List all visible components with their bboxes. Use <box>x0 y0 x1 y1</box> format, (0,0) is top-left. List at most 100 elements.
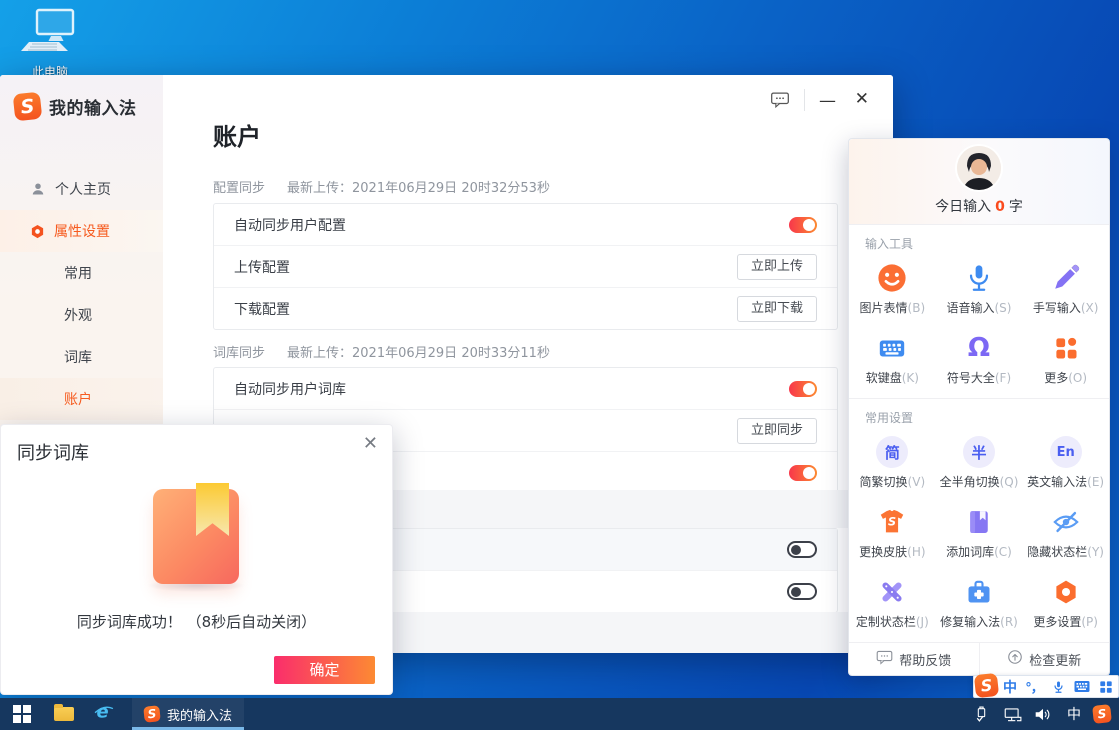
upload-now-button[interactable]: 立即上传 <box>737 254 817 280</box>
tray-lang-indicator[interactable]: 中 <box>1062 702 1086 726</box>
system-tray: 中 S <box>969 702 1119 726</box>
page-title: 账户 <box>213 117 261 152</box>
titlebar-divider <box>804 89 805 111</box>
sidebar-item-settings[interactable]: 属性设置 <box>0 210 163 252</box>
statusbar-lang-toggle[interactable]: 中 <box>998 677 1022 697</box>
mic-icon <box>936 261 1023 295</box>
panel-header: 今日输入0字 <box>849 139 1109 225</box>
start-button[interactable] <box>0 698 44 730</box>
dialog-title: 同步词库 <box>17 439 89 465</box>
section-config-sync: 配置同步最新上传：2021年06月29日 20时32分53秒 <box>213 177 550 196</box>
folder-icon <box>54 707 74 721</box>
sogou-task-icon: S <box>143 705 161 723</box>
row-upload-config: 上传配置 立即上传 <box>214 245 837 287</box>
medkit-icon <box>936 575 1023 609</box>
tool-soft-keyboard[interactable]: 软键盘(K) <box>849 324 936 394</box>
shirt-icon: S <box>849 505 936 539</box>
windows-logo-icon <box>13 705 31 723</box>
tool-change-skin[interactable]: S 更换皮肤(H) <box>849 498 936 568</box>
tool-english-ime[interactable]: En 英文输入法(E) <box>1022 428 1109 498</box>
taskbar: e S 我的输入法 中 S <box>0 698 1119 730</box>
tool-customize-statusbar[interactable]: 定制状态栏(J) <box>849 568 936 638</box>
confirm-button[interactable]: 确定 <box>274 656 375 684</box>
extra-toggle-1[interactable] <box>787 541 817 558</box>
sogou-tray-icon[interactable]: S <box>1092 704 1112 724</box>
tool-repair-ime[interactable]: 修复输入法(R) <box>936 568 1023 638</box>
close-button[interactable]: ✕ <box>855 91 869 108</box>
help-feedback-button[interactable]: 帮助反馈 <box>849 643 979 675</box>
ie-icon: e <box>93 701 115 727</box>
feedback-button[interactable] <box>770 91 790 113</box>
panel-footer: 帮助反馈 检查更新 <box>849 642 1109 675</box>
minimize-button[interactable]: — <box>819 93 836 110</box>
today-count: 0 <box>995 199 1005 215</box>
tools-icon <box>849 575 936 609</box>
usb-tray-icon[interactable] <box>969 702 993 726</box>
app-name: 我的输入法 <box>49 94 137 119</box>
tool-simp-trad[interactable]: 简 简繁切换(V) <box>849 428 936 498</box>
sync-lexicon-dialog: 同步词库 ✕ 同步词库成功！ （8秒后自动关闭） 确定 <box>0 424 393 695</box>
gear-icon <box>30 224 45 239</box>
check-update-button[interactable]: 检查更新 <box>979 643 1110 675</box>
download-now-button[interactable]: 立即下载 <box>737 296 817 322</box>
user-icon <box>30 181 46 197</box>
last-upload-time-2: 最新上传：2021年06月29日 20时33分11秒 <box>287 346 550 361</box>
tool-hide-statusbar[interactable]: 隐藏状态栏(Y) <box>1022 498 1109 568</box>
statusbar-keyboard-icon[interactable] <box>1070 680 1094 693</box>
row-auto-sync-config: 自动同步用户配置 <box>214 204 837 245</box>
tool-more-settings[interactable]: 更多设置(P) <box>1022 568 1109 638</box>
omega-icon: Ω <box>936 331 1023 365</box>
sogou-statusbar-logo[interactable]: S <box>974 672 999 697</box>
book-icon <box>936 505 1023 539</box>
sogou-logo-icon: S <box>13 92 43 122</box>
file-explorer-button[interactable] <box>44 698 84 730</box>
input-tools-grid: 图片表情(B) 语音输入(S) 手写输入(X) 软键盘(K) <box>849 254 1109 394</box>
volume-tray-icon[interactable] <box>1031 702 1055 726</box>
tool-emoji[interactable]: 图片表情(B) <box>849 254 936 324</box>
row-auto-sync-lexicon: 自动同步用户词库 <box>214 368 837 409</box>
eye-off-icon <box>1022 505 1109 539</box>
tool-more[interactable]: 更多(O) <box>1022 324 1109 394</box>
update-icon <box>1007 649 1023 669</box>
sidebar-item-home[interactable]: 个人主页 <box>0 168 163 210</box>
keyboard-icon <box>849 331 936 365</box>
jian-badge-icon: 简 <box>849 435 936 469</box>
dialog-close-icon[interactable]: ✕ <box>363 433 378 454</box>
lexicon-extra-toggle[interactable] <box>789 465 817 481</box>
today-input-stats: 今日输入0字 <box>849 196 1109 216</box>
desktop-icon-this-pc[interactable]: 此电脑 <box>12 8 88 80</box>
sync-now-button[interactable]: 立即同步 <box>737 418 817 444</box>
auto-sync-lexicon-toggle[interactable] <box>789 381 817 397</box>
tool-symbols[interactable]: Ω 符号大全(F) <box>936 324 1023 394</box>
svg-text:e: e <box>96 702 108 723</box>
network-tray-icon[interactable] <box>1000 702 1024 726</box>
last-upload-time: 最新上传：2021年06月29日 20时32分53秒 <box>287 181 550 196</box>
extra-toggle-2[interactable] <box>787 583 817 600</box>
statusbar-toolbox-icon[interactable] <box>1094 680 1118 694</box>
auto-sync-config-toggle[interactable] <box>789 217 817 233</box>
common-settings-grid: 简 简繁切换(V) 半 全半角切换(Q) En 英文输入法(E) S 更换皮肤(… <box>849 428 1109 638</box>
tool-add-lexicon[interactable]: 添加词库(C) <box>936 498 1023 568</box>
tool-handwriting[interactable]: 手写输入(X) <box>1022 254 1109 324</box>
ime-statusbar: S 中 °， <box>973 675 1119 698</box>
this-pc-icon <box>21 43 79 62</box>
panel-divider <box>849 398 1109 399</box>
section-lexicon-sync: 词库同步最新上传：2021年06月29日 20时33分11秒 <box>213 342 550 361</box>
section-common-settings: 常用设置 <box>865 409 1109 426</box>
feedback-icon <box>770 91 790 113</box>
grid-more-icon <box>1022 331 1109 365</box>
svg-text:S: S <box>888 515 896 528</box>
row-download-config: 下载配置 立即下载 <box>214 287 837 329</box>
emoji-icon <box>849 261 936 295</box>
ban-badge-icon: 半 <box>936 435 1023 469</box>
statusbar-mic-icon[interactable] <box>1046 680 1070 694</box>
tool-voice[interactable]: 语音输入(S) <box>936 254 1023 324</box>
statusbar-punct-toggle[interactable]: °， <box>1022 677 1046 696</box>
avatar[interactable] <box>957 146 1001 190</box>
en-badge-icon: En <box>1022 435 1109 469</box>
internet-explorer-button[interactable]: e <box>84 698 124 730</box>
tool-full-half-width[interactable]: 半 全半角切换(Q) <box>936 428 1023 498</box>
taskbar-task-ime[interactable]: S 我的输入法 <box>132 698 244 730</box>
nut-icon <box>1022 575 1109 609</box>
ime-toolbox-panel: 今日输入0字 输入工具 图片表情(B) 语音输入(S) 手写输入 <box>848 138 1110 676</box>
